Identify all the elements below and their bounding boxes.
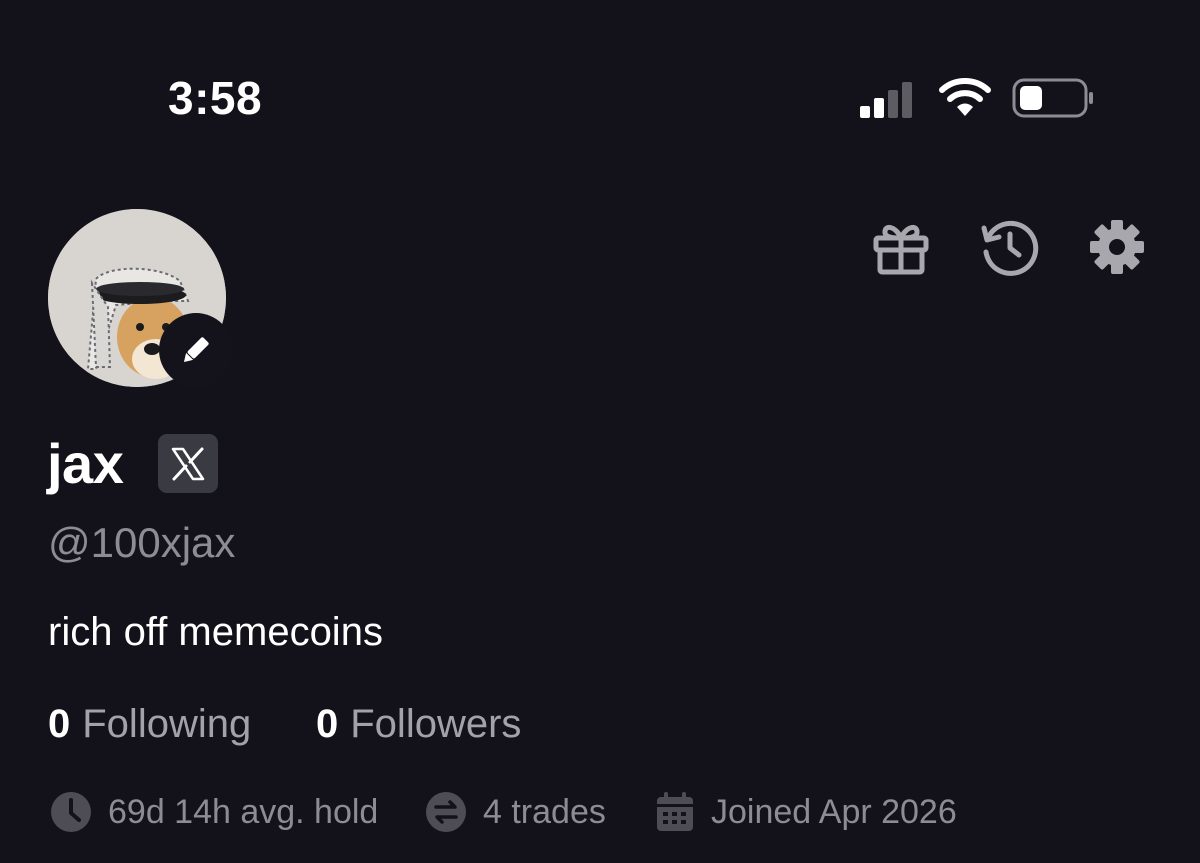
edit-avatar-button[interactable] [159,313,233,387]
joined-text: Joined Apr 2026 [711,792,957,831]
following-label: Following [82,702,252,746]
followers-label: Followers [350,702,522,746]
calendar-icon [657,792,693,831]
avg-hold-text: 69d 14h avg. hold [108,792,379,831]
display-name: jax [47,432,124,495]
x-link-button[interactable] [158,434,218,493]
status-icons [858,76,1098,120]
followers-count: 0 [316,702,339,746]
signal-icon [860,82,912,118]
wifi-icon [939,78,991,116]
history-icon[interactable] [978,216,1040,278]
swap-icon [426,792,466,832]
user-handle: @100xjax [48,519,236,566]
following-count: 0 [48,702,71,746]
gear-icon[interactable] [1086,216,1148,278]
clock-icon [51,792,91,832]
profile-screen: 3:58 jax @100xjax rich off memecoins 0 F… [0,0,1200,863]
avg-hold-stat: 69d 14h avg. hold [50,788,378,836]
followers-stat[interactable]: 0 Followers [316,700,521,748]
gift-icon[interactable] [870,216,932,278]
trades-stat: 4 trades [425,788,606,836]
joined-stat: Joined Apr 2026 [655,788,957,836]
user-bio: rich off memecoins [48,610,383,654]
status-time: 3:58 [168,72,263,124]
trades-text: 4 trades [483,792,606,831]
x-logo-icon [171,447,205,480]
pencil-icon [183,337,209,363]
following-stat[interactable]: 0 Following [48,700,251,748]
battery-icon [1012,78,1093,118]
